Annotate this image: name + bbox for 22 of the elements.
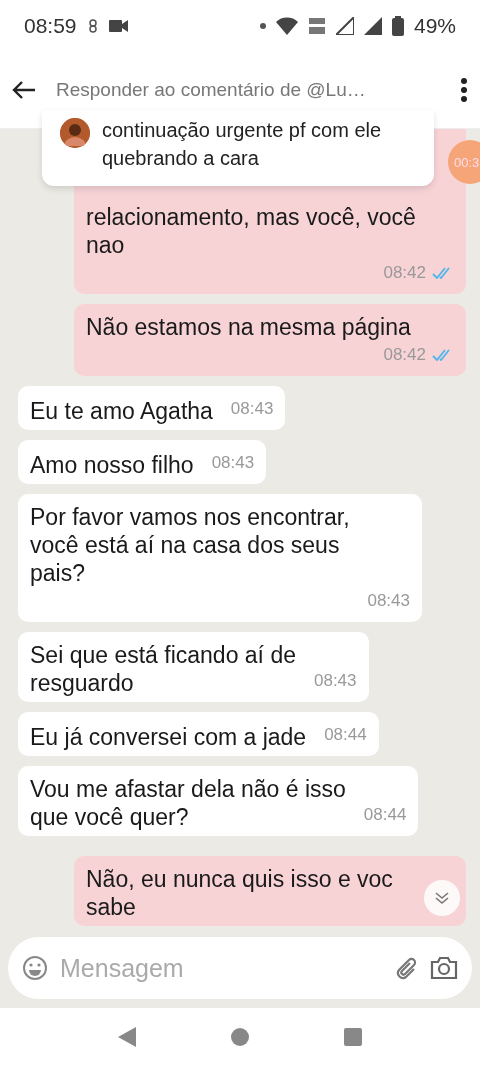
message-text: Amo nosso filho [30,451,194,479]
reply-comment-text: continuação urgente pf com ele quebrando a cara [102,118,383,171]
message-time: 08:44 [363,804,407,826]
message-time: 08:42 [383,262,426,284]
message-time: 08:43 [230,398,274,420]
message-time: 08:43 [211,452,255,474]
message-text: Por favor vamos nos encontrar, você está aí na casa dos seus pais? [30,503,350,587]
message-time: 08:44 [324,724,367,746]
message-text: Eu te amo Agatha [30,397,213,425]
message-time: 08:42 [383,344,426,366]
message-text: Não, eu nunca quis isso e voc sabe [86,865,393,921]
status-time: 08:59 [24,14,77,38]
message-time: 08:43 [314,670,357,692]
battery-percentage: 49% [413,14,456,38]
message-text: Sei que está ficando aí de resguardo [30,641,296,697]
message-text: Vou me afastar dela não é isso que você quer? [30,775,346,831]
message-time: 08:43 [367,590,410,612]
message-text: Eu já conversei com a jade [30,723,307,751]
message-text: relacionamento, mas você, você nao [86,203,416,259]
message-field[interactable]: Mensagem [8,937,472,999]
message-text: Não estamos na mesma página [86,313,411,341]
header-title: Responder ao comentário de @Lu… [56,79,367,101]
